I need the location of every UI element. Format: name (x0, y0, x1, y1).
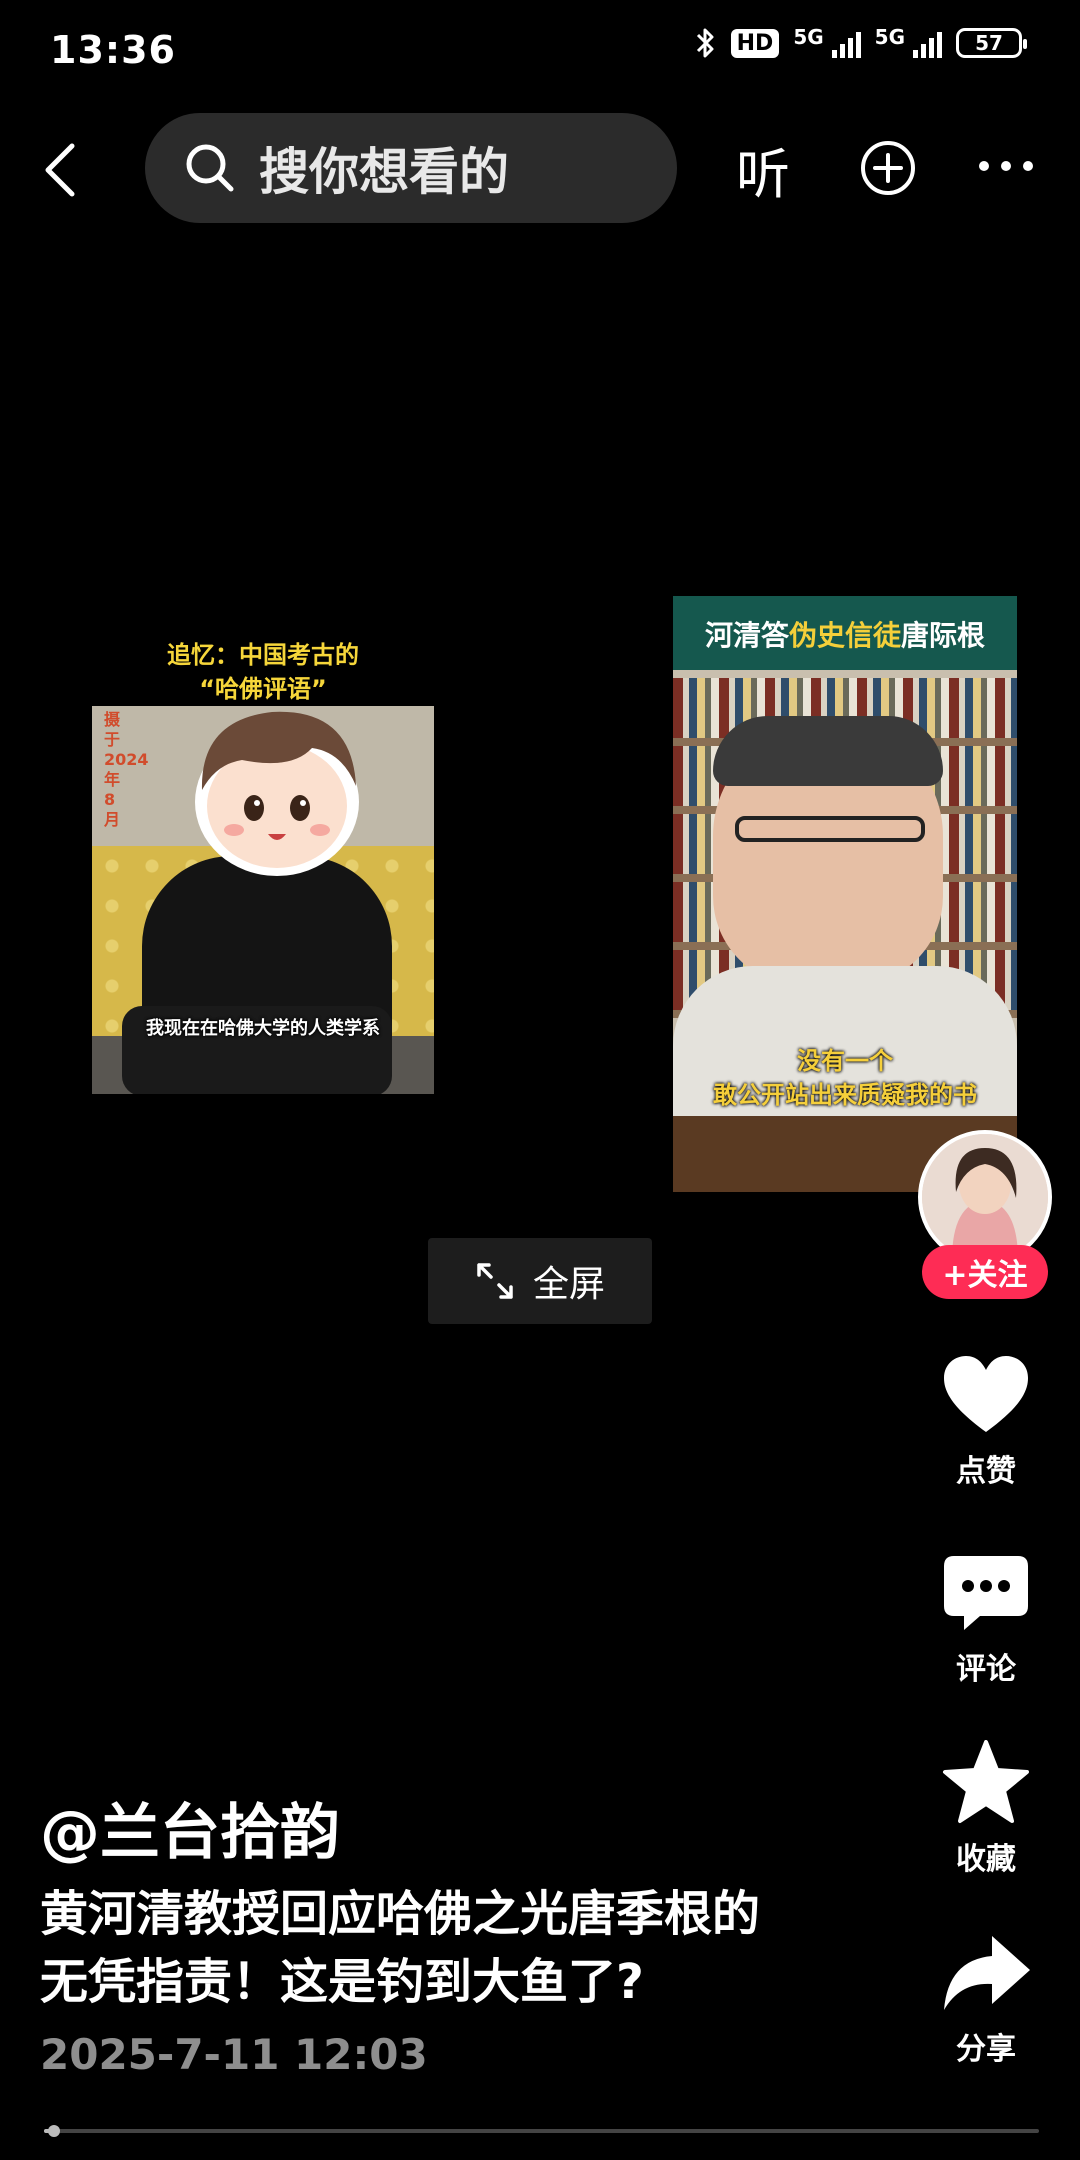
search-placeholder: 搜你想看的 (259, 143, 509, 201)
search-icon (186, 144, 234, 192)
right-title-a: 河清答 (704, 619, 789, 652)
comment-label: 评论 (956, 1652, 1016, 1687)
more-options-icon[interactable] (978, 158, 1034, 174)
listen-button[interactable]: 听 (736, 130, 790, 209)
expand-icon (477, 1263, 513, 1299)
fullscreen-label: 全屏 (532, 1264, 605, 1305)
author-avatar[interactable] (918, 1130, 1052, 1264)
hd-badge: HD (730, 28, 780, 58)
right-caption-line2: 敢公开站出来质疑我的书 (713, 1081, 977, 1109)
right-video-title: 河清答伪史信徒唐际根 (673, 614, 1017, 654)
post-description[interactable]: 黄河清教授回应哈佛之光唐季根的 无凭指责！这是钓到大鱼了? (40, 1880, 890, 2016)
progress-handle[interactable] (47, 2125, 60, 2137)
right-title-b: 伪史信徒 (788, 619, 901, 652)
share-button[interactable]: 分享 (930, 1930, 1042, 2068)
left-title-line1: 追忆：中国考古的 (167, 641, 359, 669)
back-arrow-icon[interactable] (38, 140, 82, 200)
description-line1: 黄河清教授回应哈佛之光唐季根的 (40, 1886, 761, 1942)
network-type-2: 5G (874, 25, 905, 49)
add-circle-icon[interactable] (858, 138, 918, 198)
like-label: 点赞 (956, 1454, 1016, 1489)
fullscreen-button[interactable]: 全屏 (428, 1238, 652, 1324)
like-button[interactable]: 点赞 (930, 1352, 1042, 1490)
comment-button[interactable]: 评论 (930, 1550, 1042, 1688)
follow-button[interactable]: +关注 (922, 1245, 1048, 1299)
signal-bars-icon (831, 28, 861, 58)
signal-5g-2: 5G (874, 25, 942, 58)
network-type-1: 5G (793, 25, 824, 49)
left-video-caption: 我现在在哈佛大学的人类学系 (146, 1018, 380, 1039)
cartoon-face-sticker (195, 711, 359, 876)
favorite-button[interactable]: 收藏 (930, 1740, 1042, 1878)
video-progress-bar[interactable] (44, 2125, 1039, 2137)
share-arrow-icon (944, 1936, 1030, 2010)
author-name[interactable]: @兰台拾韵 (40, 1784, 340, 1871)
right-video-frame: 河清答伪史信徒唐际根 没有一个 敢公开站出来质疑我的书 (673, 596, 1017, 1192)
signal-bars-icon (913, 28, 942, 58)
signal-5g-1: 5G (793, 25, 861, 58)
right-caption-line1: 没有一个 (797, 1047, 893, 1075)
search-bar[interactable]: 搜你想看的 (145, 113, 677, 223)
share-label: 分享 (956, 2032, 1016, 2067)
description-line2: 无凭指责！这是钓到大鱼了? (40, 1954, 644, 2010)
right-video-caption: 没有一个 敢公开站出来质疑我的书 (673, 1044, 1017, 1112)
bluetooth-icon (696, 28, 714, 58)
heart-icon (944, 1356, 1028, 1432)
status-time: 13:36 (50, 28, 176, 72)
author-avatar-image (922, 1134, 1048, 1260)
post-timestamp: 2025-7-11 12:03 (40, 2030, 428, 2079)
favorite-label: 收藏 (956, 1842, 1016, 1877)
left-date-stamp: 摄于2024年8月 (104, 710, 149, 829)
comment-icon (944, 1556, 1028, 1630)
battery-icon: 57 (956, 28, 1027, 58)
right-title-c: 唐际根 (901, 619, 986, 652)
status-icons: HD 5G 5G 57 (695, 25, 1027, 60)
battery-level: 57 (975, 31, 1003, 55)
star-icon (943, 1740, 1029, 1823)
